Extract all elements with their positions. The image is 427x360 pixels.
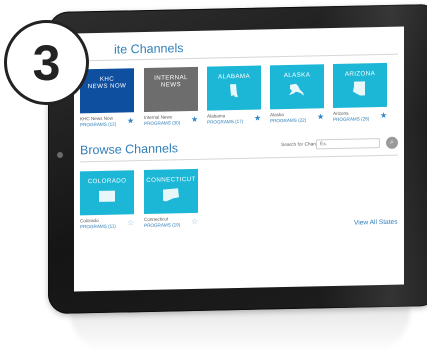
view-all-states-link[interactable]: View All States xyxy=(354,219,398,227)
alaska-state-icon xyxy=(289,83,304,96)
star-filled-icon[interactable]: ★ xyxy=(127,116,134,125)
channel-tile-name: CONNECTICUT xyxy=(146,175,196,184)
colorado-state-icon xyxy=(99,190,115,203)
star-outline-icon[interactable]: ☆ xyxy=(191,217,198,226)
channel-tile-alaska[interactable]: ALASKA xyxy=(270,64,324,110)
channel-tile-alabama[interactable]: ALABAMA xyxy=(207,65,261,111)
favorites-title: ite Channels xyxy=(114,41,184,57)
channel-tile-news-now[interactable]: KHC NEWS NOW xyxy=(80,68,134,114)
channel-caption-programs: PROGRAMS (12) xyxy=(80,121,117,128)
tablet-camera-dot xyxy=(57,152,63,158)
alabama-state-icon xyxy=(230,84,238,98)
channel-caption-programs: PROGRAMS (28) xyxy=(333,116,370,122)
step-badge: 3 xyxy=(4,20,89,105)
channel-caption: Alabama PROGRAMS (17) xyxy=(207,113,243,125)
star-filled-icon[interactable]: ★ xyxy=(191,115,198,124)
star-filled-icon[interactable]: ★ xyxy=(254,114,261,123)
channel-tile-name: ALABAMA xyxy=(217,72,251,81)
channel-caption-programs: PROGRAMS (22) xyxy=(270,117,307,124)
channel-tile-internal-news[interactable]: INTERNAL NEWS xyxy=(144,66,198,112)
search-icon[interactable]: ⌕ xyxy=(386,136,398,149)
channel-caption: Alaska PROGRAMS (22) xyxy=(270,112,306,124)
channel-caption-programs: PROGRAMS (19) xyxy=(144,221,181,228)
channel-tile-colorado[interactable]: COLORADO xyxy=(80,170,134,216)
channel-tile-name: ARIZONA xyxy=(344,70,376,78)
channel-tile-name-line2: NEWS xyxy=(160,81,182,89)
channel-caption: Colorado PROGRAMS (11) xyxy=(80,218,116,230)
channel-tile-name: NEWS NOW xyxy=(87,82,127,91)
tablet-screen: ite Channels KHC NEWS NOW KHC News Now P… xyxy=(74,26,404,292)
star-filled-icon[interactable]: ★ xyxy=(380,111,387,120)
channel-tile-name: ALASKA xyxy=(283,71,311,80)
channel-caption: Internal News PROGRAMS (30) xyxy=(144,114,180,126)
step-number: 3 xyxy=(32,34,61,91)
channel-caption-programs: PROGRAMS (30) xyxy=(144,119,181,126)
channel-caption-programs: PROGRAMS (11) xyxy=(80,223,116,230)
channel-tile-arizona[interactable]: ARIZONA xyxy=(333,62,387,109)
browse-title: Browse Channels xyxy=(80,141,178,158)
connecticut-state-icon xyxy=(163,188,179,202)
tablet-reflection xyxy=(70,306,410,352)
channel-caption-programs: PROGRAMS (17) xyxy=(207,118,244,125)
star-filled-icon[interactable]: ★ xyxy=(317,112,324,121)
channel-caption: Connecticut PROGRAMS (19) xyxy=(144,216,180,228)
channel-caption: Arizona PROGRAMS (28) xyxy=(333,110,369,122)
channel-tile-connecticut[interactable]: CONNECTICUT xyxy=(144,168,198,214)
channel-caption: KHC News Now PROGRAMS (12) xyxy=(80,116,116,128)
arizona-state-icon xyxy=(353,81,365,96)
channel-tile-name: COLORADO xyxy=(87,177,127,186)
search-input[interactable] xyxy=(316,138,380,150)
star-outline-icon[interactable]: ☆ xyxy=(127,218,134,227)
